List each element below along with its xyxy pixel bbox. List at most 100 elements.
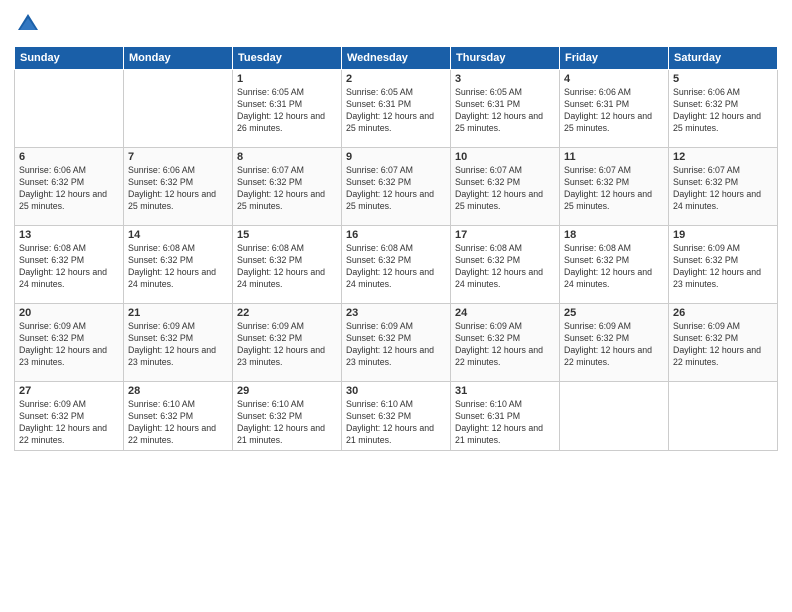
calendar-cell: 3Sunrise: 6:05 AM Sunset: 6:31 PM Daylig…: [451, 70, 560, 148]
day-info: Sunrise: 6:07 AM Sunset: 6:32 PM Dayligh…: [346, 165, 446, 213]
day-number: 20: [19, 307, 119, 319]
day-info: Sunrise: 6:08 AM Sunset: 6:32 PM Dayligh…: [237, 243, 337, 291]
weekday-header: Sunday: [15, 47, 124, 70]
calendar-cell: 10 Sunrise: 6:07 AM Sunset: 6:32 PM Dayli…: [451, 148, 560, 226]
weekday-header: Tuesday: [233, 47, 342, 70]
logo-icon: [14, 10, 42, 38]
calendar-cell: 26 Sunrise: 6:09 AM Sunset: 6:32 PM Dayli…: [669, 304, 778, 382]
day-number: 9: [346, 151, 446, 163]
day-number: 8: [237, 151, 337, 163]
calendar-cell: 19 Sunrise: 6:09 AM Sunset: 6:32 PM Dayli…: [669, 226, 778, 304]
day-info: Sunrise: 6:08 AM Sunset: 6:32 PM Dayligh…: [128, 243, 228, 291]
day-info: Sunrise: 6:05 AM Sunset: 6:31 PM Dayligh…: [237, 87, 337, 135]
day-number: 19: [673, 229, 773, 241]
weekday-header: Friday: [560, 47, 669, 70]
day-number: 5: [673, 73, 773, 85]
calendar-cell: [669, 382, 778, 451]
week-row: 1 Sunrise: 6:05 AM Sunset: 6:31 PM Daylig…: [15, 70, 778, 148]
day-number: 18: [564, 229, 664, 241]
day-info: Sunrise: 6:09 AM Sunset: 6:32 PM Dayligh…: [19, 321, 119, 369]
calendar-cell: 8 Sunrise: 6:07 AM Sunset: 6:32 PM Daylig…: [233, 148, 342, 226]
calendar-cell: 17 Sunrise: 6:08 AM Sunset: 6:32 PM Dayli…: [451, 226, 560, 304]
day-number: 31: [455, 385, 555, 397]
day-info: Sunrise: 6:07 AM Sunset: 6:32 PM Dayligh…: [673, 165, 773, 213]
day-number: 2: [346, 73, 446, 85]
day-info: Sunrise: 6:07 AM Sunset: 6:32 PM Dayligh…: [237, 165, 337, 213]
day-info: Sunrise: 6:09 AM Sunset: 6:32 PM Dayligh…: [455, 321, 555, 369]
calendar-cell: 25 Sunrise: 6:09 AM Sunset: 6:32 PM Dayli…: [560, 304, 669, 382]
day-number: 4: [564, 73, 664, 85]
day-info: Sunrise: 6:08 AM Sunset: 6:32 PM Dayligh…: [19, 243, 119, 291]
day-number: 21: [128, 307, 228, 319]
day-info: Sunrise: 6:08 AM Sunset: 6:32 PM Dayligh…: [346, 243, 446, 291]
calendar-cell: 24 Sunrise: 6:09 AM Sunset: 6:32 PM Dayli…: [451, 304, 560, 382]
calendar-cell: 12 Sunrise: 6:07 AM Sunset: 6:32 PM Dayli…: [669, 148, 778, 226]
day-number: 25: [564, 307, 664, 319]
day-number: 17: [455, 229, 555, 241]
day-info: Sunrise: 6:06 AM Sunset: 6:32 PM Dayligh…: [673, 87, 773, 135]
calendar-cell: 15 Sunrise: 6:08 AM Sunset: 6:32 PM Dayli…: [233, 226, 342, 304]
day-number: 30: [346, 385, 446, 397]
calendar-cell: [560, 382, 669, 451]
day-info: Sunrise: 6:10 AM Sunset: 6:32 PM Dayligh…: [346, 399, 446, 447]
calendar-cell: 22 Sunrise: 6:09 AM Sunset: 6:32 PM Dayli…: [233, 304, 342, 382]
weekday-header: Saturday: [669, 47, 778, 70]
day-number: 29: [237, 385, 337, 397]
calendar-cell: 16 Sunrise: 6:08 AM Sunset: 6:32 PM Dayli…: [342, 226, 451, 304]
day-info: Sunrise: 6:06 AM Sunset: 6:31 PM Dayligh…: [564, 87, 664, 135]
week-row: 13 Sunrise: 6:08 AM Sunset: 6:32 PM Dayli…: [15, 226, 778, 304]
day-info: Sunrise: 6:09 AM Sunset: 6:32 PM Dayligh…: [564, 321, 664, 369]
calendar-cell: 27Sunrise: 6:09 AM Sunset: 6:32 PM Dayli…: [15, 382, 124, 451]
calendar-cell: 30 Sunrise: 6:10 AM Sunset: 6:32 PM Dayli…: [342, 382, 451, 451]
day-number: 7: [128, 151, 228, 163]
day-info: Sunrise: 6:09 AM Sunset: 6:32 PM Dayligh…: [237, 321, 337, 369]
day-number: 10: [455, 151, 555, 163]
day-info: Sunrise: 6:08 AM Sunset: 6:32 PM Dayligh…: [455, 243, 555, 291]
calendar-cell: 21 Sunrise: 6:09 AM Sunset: 6:32 PM Dayli…: [124, 304, 233, 382]
calendar-cell: 1 Sunrise: 6:05 AM Sunset: 6:31 PM Daylig…: [233, 70, 342, 148]
day-number: 23: [346, 307, 446, 319]
day-number: 15: [237, 229, 337, 241]
calendar-cell: 23Sunrise: 6:09 AM Sunset: 6:32 PM Dayli…: [342, 304, 451, 382]
day-number: 26: [673, 307, 773, 319]
day-info: Sunrise: 6:09 AM Sunset: 6:32 PM Dayligh…: [128, 321, 228, 369]
calendar-cell: 14 Sunrise: 6:08 AM Sunset: 6:32 PM Dayli…: [124, 226, 233, 304]
calendar-cell: 9 Sunrise: 6:07 AM Sunset: 6:32 PM Daylig…: [342, 148, 451, 226]
day-number: 1: [237, 73, 337, 85]
day-number: 16: [346, 229, 446, 241]
calendar-cell: [15, 70, 124, 148]
week-row: 27Sunrise: 6:09 AM Sunset: 6:32 PM Dayli…: [15, 382, 778, 451]
day-info: Sunrise: 6:05 AM Sunset: 6:31 PM Dayligh…: [346, 87, 446, 135]
weekday-header-row: SundayMondayTuesdayWednesdayThursdayFrid…: [15, 47, 778, 70]
day-number: 24: [455, 307, 555, 319]
calendar-cell: 29Sunrise: 6:10 AM Sunset: 6:32 PM Dayli…: [233, 382, 342, 451]
week-row: 20 Sunrise: 6:09 AM Sunset: 6:32 PM Dayli…: [15, 304, 778, 382]
day-info: Sunrise: 6:08 AM Sunset: 6:32 PM Dayligh…: [564, 243, 664, 291]
header: [14, 10, 778, 38]
week-row: 6 Sunrise: 6:06 AM Sunset: 6:32 PM Daylig…: [15, 148, 778, 226]
calendar-cell: 4 Sunrise: 6:06 AM Sunset: 6:31 PM Daylig…: [560, 70, 669, 148]
page: SundayMondayTuesdayWednesdayThursdayFrid…: [0, 0, 792, 612]
day-info: Sunrise: 6:10 AM Sunset: 6:31 PM Dayligh…: [455, 399, 555, 447]
day-number: 28: [128, 385, 228, 397]
day-info: Sunrise: 6:09 AM Sunset: 6:32 PM Dayligh…: [673, 243, 773, 291]
day-number: 13: [19, 229, 119, 241]
calendar-cell: 11Sunrise: 6:07 AM Sunset: 6:32 PM Dayli…: [560, 148, 669, 226]
calendar-cell: 28 Sunrise: 6:10 AM Sunset: 6:32 PM Dayli…: [124, 382, 233, 451]
day-number: 6: [19, 151, 119, 163]
day-number: 22: [237, 307, 337, 319]
day-info: Sunrise: 6:09 AM Sunset: 6:32 PM Dayligh…: [19, 399, 119, 447]
calendar-cell: 2 Sunrise: 6:05 AM Sunset: 6:31 PM Daylig…: [342, 70, 451, 148]
calendar: SundayMondayTuesdayWednesdayThursdayFrid…: [14, 46, 778, 451]
day-info: Sunrise: 6:10 AM Sunset: 6:32 PM Dayligh…: [128, 399, 228, 447]
day-info: Sunrise: 6:07 AM Sunset: 6:32 PM Dayligh…: [455, 165, 555, 213]
day-number: 14: [128, 229, 228, 241]
calendar-cell: [124, 70, 233, 148]
calendar-cell: 20 Sunrise: 6:09 AM Sunset: 6:32 PM Dayli…: [15, 304, 124, 382]
day-info: Sunrise: 6:09 AM Sunset: 6:32 PM Dayligh…: [673, 321, 773, 369]
weekday-header: Thursday: [451, 47, 560, 70]
day-number: 3: [455, 73, 555, 85]
day-info: Sunrise: 6:06 AM Sunset: 6:32 PM Dayligh…: [19, 165, 119, 213]
day-number: 11: [564, 151, 664, 163]
day-number: 12: [673, 151, 773, 163]
